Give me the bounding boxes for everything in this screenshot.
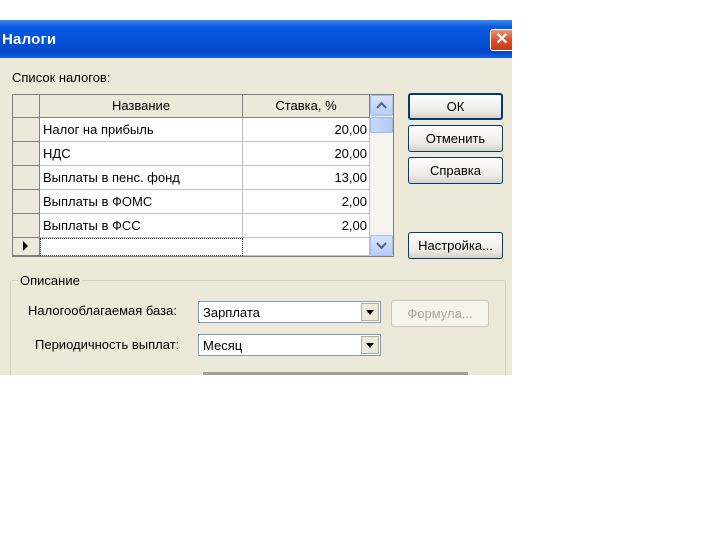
table-cell-rate[interactable]: 20,00: [243, 118, 370, 142]
row-indicator-current[interactable]: [13, 238, 40, 256]
chevron-down-icon[interactable]: [361, 336, 379, 354]
tax-base-value: Зарплата: [203, 305, 260, 320]
row-indicator[interactable]: [13, 166, 40, 190]
cancel-button[interactable]: Отменить: [408, 125, 503, 152]
table-cell-name[interactable]: Выплаты в ФОМС: [40, 190, 243, 214]
scroll-thumb[interactable]: [370, 117, 393, 133]
current-row-arrow-icon: [23, 241, 28, 251]
arrow-down-icon: [376, 242, 387, 250]
row-indicator[interactable]: [13, 142, 40, 166]
table-cell-rate[interactable]: 2,00: [243, 214, 370, 238]
table-cell-name[interactable]: Выплаты в ФСС: [40, 214, 243, 238]
table-cell-name[interactable]: НДС: [40, 142, 243, 166]
taxes-dialog: Налоги ✕ Список налогов: Название Ставка…: [0, 20, 512, 375]
close-button[interactable]: ✕: [490, 29, 512, 51]
table-cell-rate[interactable]: 2,00: [243, 190, 370, 214]
header-corner: [13, 95, 40, 118]
row-indicator[interactable]: [13, 118, 40, 142]
ok-button[interactable]: ОК: [408, 93, 503, 120]
row-indicator[interactable]: [13, 214, 40, 238]
table-cell-name[interactable]: Налог на прибыль: [40, 118, 243, 142]
scroll-down-button[interactable]: [370, 235, 393, 256]
scroll-up-button[interactable]: [370, 95, 393, 116]
table-cell-rate[interactable]: 20,00: [243, 142, 370, 166]
table-cell-rate-new[interactable]: [243, 238, 370, 256]
description-group: [10, 280, 506, 375]
title-bar[interactable]: Налоги ✕: [0, 20, 512, 58]
partial-field-edge: [203, 372, 468, 375]
period-value: Месяц: [203, 338, 243, 353]
help-button[interactable]: Справка: [408, 157, 503, 184]
table-vertical-scrollbar[interactable]: [370, 95, 393, 256]
period-label: Периодичность выплат:: [35, 337, 180, 352]
tax-base-select[interactable]: Зарплата: [198, 301, 381, 323]
window-title: Налоги: [2, 31, 57, 48]
formula-button[interactable]: Формула...: [391, 300, 489, 327]
arrow-up-icon: [376, 101, 387, 109]
close-icon: ✕: [495, 31, 509, 48]
column-header-name[interactable]: Название: [40, 95, 243, 118]
period-select[interactable]: Месяц: [198, 334, 381, 356]
description-legend: Описание: [18, 273, 82, 288]
column-header-rate[interactable]: Ставка, %: [243, 95, 370, 118]
tax-base-label: Налогооблагаемая база:: [28, 303, 177, 318]
table-cell-name[interactable]: Выплаты в пенс. фонд: [40, 166, 243, 190]
taxes-table[interactable]: Название Ставка, % Налог на прибыль 20,0…: [12, 94, 394, 257]
table-cell-name-new[interactable]: [40, 238, 243, 256]
table-cell-rate[interactable]: 13,00: [243, 166, 370, 190]
chevron-down-icon[interactable]: [361, 303, 379, 321]
tax-list-label: Список налогов:: [12, 70, 111, 85]
settings-button[interactable]: Настройка...: [408, 232, 503, 259]
row-indicator[interactable]: [13, 190, 40, 214]
